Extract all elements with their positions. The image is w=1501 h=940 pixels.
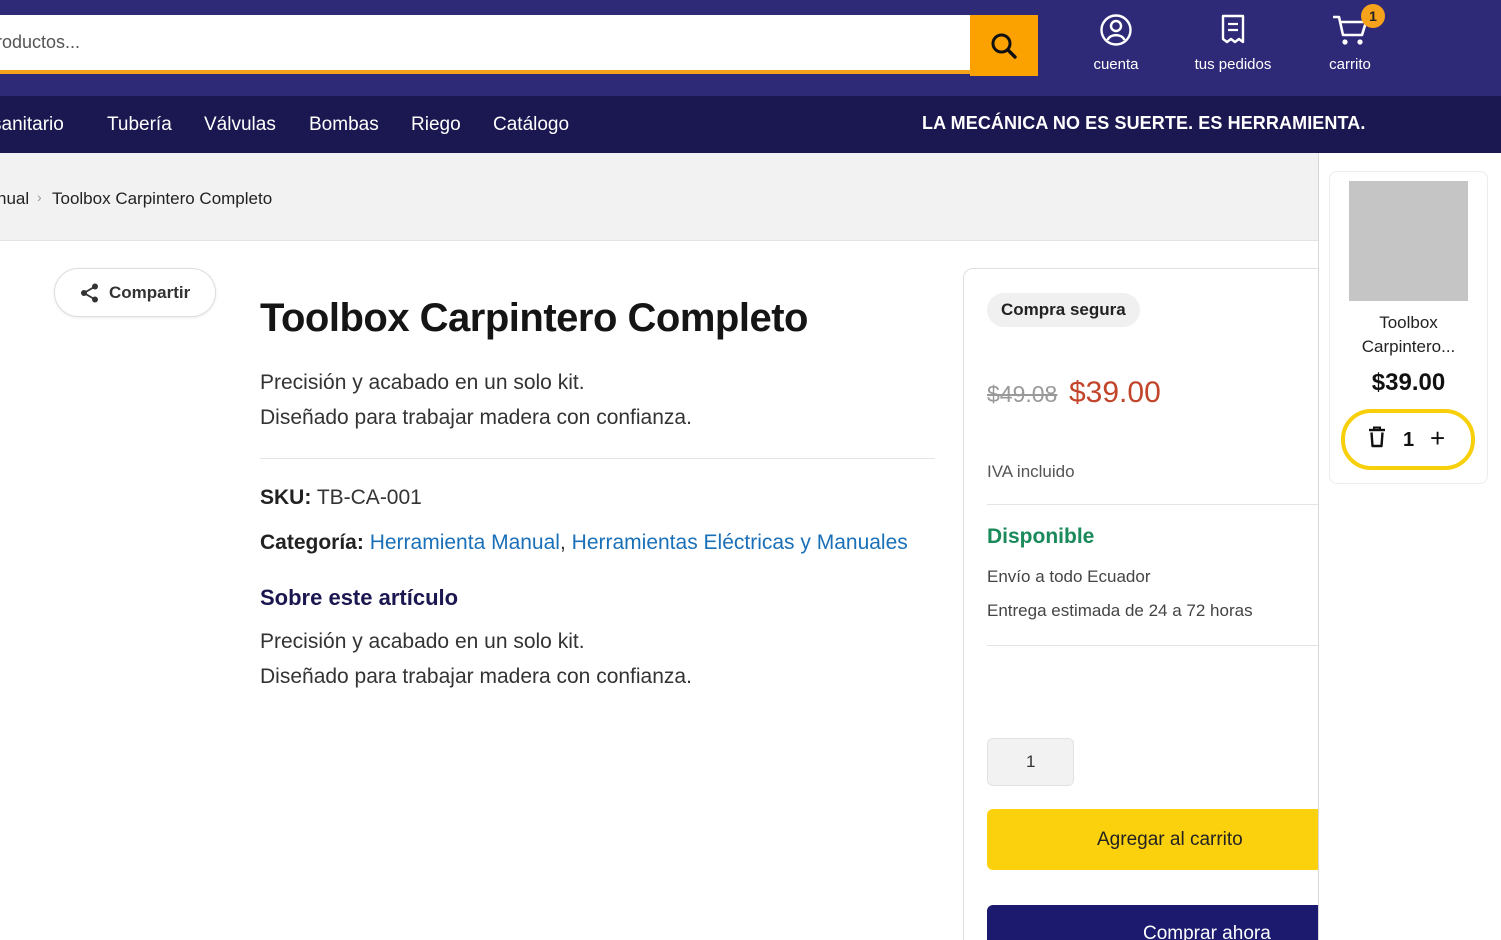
product-title: Toolbox Carpintero Completo: [260, 296, 808, 340]
sku-label: SKU:: [260, 486, 312, 509]
share-icon: [81, 283, 98, 302]
tax-note: IVA incluido: [987, 462, 1075, 481]
nav-item-tuberia[interactable]: Tubería: [107, 114, 172, 136]
divider: [260, 458, 935, 459]
cart-label: carrito: [1329, 56, 1371, 73]
buybox-divider: [987, 504, 1318, 505]
product-sku: SKU: TB-CA-001: [260, 486, 422, 510]
increase-quantity-button[interactable]: +: [1430, 424, 1445, 452]
cart-item-name[interactable]: Toolbox Carpintero...: [1339, 311, 1478, 359]
buy-now-button[interactable]: Comprar ahora: [987, 905, 1318, 940]
quantity-input[interactable]: 1: [987, 738, 1074, 786]
old-price: $49.08: [987, 381, 1058, 407]
nav-item-riego[interactable]: Riego: [411, 114, 461, 136]
secure-purchase-badge: Compra segura: [987, 293, 1140, 327]
nav-item-catalogo[interactable]: Catálogo: [493, 114, 569, 136]
user-icon: [1100, 14, 1132, 46]
nav-slogan: LA MECÁNICA NO ES SUERTE. ES HERRAMIENTA…: [922, 113, 1366, 133]
cart-quantity-stepper: 1 +: [1341, 409, 1475, 470]
about-line-1: Precisión y acabado en un solo kit.: [260, 630, 585, 653]
breadcrumb-current: Toolbox Carpintero Completo: [52, 189, 273, 208]
category-link-herramienta-manual[interactable]: Herramienta Manual: [370, 531, 560, 554]
receipt-icon: [1221, 14, 1245, 44]
availability-status: Disponible: [987, 525, 1095, 548]
product-description-line-1: Precisión y acabado en un solo kit.: [260, 371, 585, 394]
about-heading: Sobre este artículo: [260, 585, 459, 610]
cart-item-price: $39.00: [1371, 369, 1446, 396]
account-label: cuenta: [1093, 56, 1139, 73]
delivery-estimate: Entrega estimada de 24 a 72 horas: [987, 601, 1253, 620]
trash-icon[interactable]: [1368, 426, 1386, 448]
cart-item-image: [1349, 181, 1468, 301]
breadcrumb-separator: ›: [37, 189, 42, 205]
about-line-2: Diseñado para trabajar madera con confia…: [260, 665, 692, 688]
share-button[interactable]: Compartir: [54, 268, 216, 317]
add-to-cart-button[interactable]: Agregar al carrito: [987, 809, 1318, 870]
cart-item-quantity: 1: [1403, 429, 1415, 451]
search-icon: [991, 33, 1017, 59]
account-link[interactable]: cuenta: [1061, 12, 1171, 73]
cart-count-badge: 1: [1361, 4, 1385, 28]
breadcrumb: nual › Toolbox Carpintero Completo: [0, 153, 1318, 241]
product-description-line-2: Diseñado para trabajar madera con confia…: [260, 406, 692, 429]
current-price: $39.00: [1069, 376, 1161, 409]
nav-item-sanitario[interactable]: sanitario: [0, 114, 64, 136]
shipping-info: Envío a todo Ecuador: [987, 567, 1151, 586]
category-label: Categoría:: [260, 531, 364, 554]
cart-item-name-line-1: Toolbox: [1379, 313, 1438, 332]
orders-link[interactable]: tus pedidos: [1178, 12, 1288, 73]
buybox-divider: [987, 645, 1318, 646]
main-nav: sanitario Tubería Válvulas Bombas Riego …: [0, 96, 1501, 153]
orders-label: tus pedidos: [1194, 56, 1272, 73]
search-input[interactable]: [0, 15, 960, 70]
search-button[interactable]: [970, 15, 1038, 76]
product-categories: Categoría: Herramienta Manual, Herramien…: [260, 531, 908, 555]
sku-value: TB-CA-001: [316, 486, 422, 509]
category-separator: ,: [559, 531, 566, 554]
share-label: Compartir: [109, 282, 191, 302]
nav-item-valvulas[interactable]: Válvulas: [204, 114, 276, 136]
breadcrumb-parent[interactable]: nual: [0, 189, 29, 209]
category-link-herramientas-electricas[interactable]: Herramientas Eléctricas y Manuales: [572, 531, 908, 554]
nav-item-bombas[interactable]: Bombas: [309, 114, 379, 136]
cart-link[interactable]: 1 carrito: [1295, 4, 1405, 73]
cart-item-name-line-2: Carpintero...: [1361, 337, 1456, 356]
search-box: [0, 15, 970, 74]
